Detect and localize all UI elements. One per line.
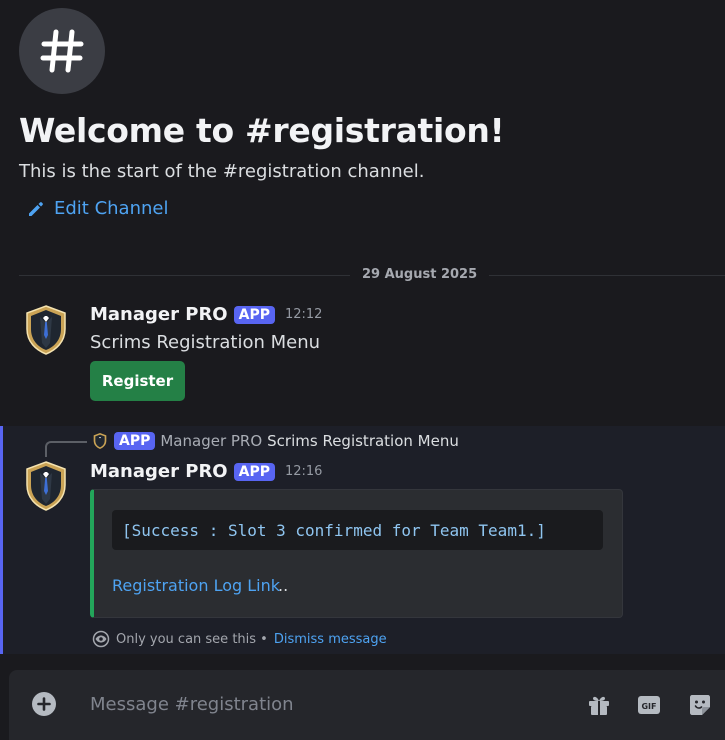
code-block: [Success : Slot 3 confirmed for Team Tea… — [112, 510, 603, 550]
ephemeral-notice: Only you can see this • Dismiss message — [92, 630, 387, 648]
message-header: Manager PRO APP 12:16 — [90, 461, 322, 482]
sticker-icon[interactable] — [687, 692, 713, 718]
message-timestamp: 12:16 — [284, 464, 323, 479]
reply-app-badge: APP — [114, 432, 156, 450]
reply-text: Scrims Registration Menu — [267, 432, 459, 450]
eye-icon — [92, 630, 110, 648]
message-input[interactable] — [90, 688, 560, 720]
bot-avatar[interactable] — [21, 459, 71, 513]
message-author[interactable]: Manager PRO — [90, 461, 228, 482]
reply-author: Manager PRO — [160, 432, 263, 450]
message-composer: GIF — [9, 670, 725, 740]
edit-channel-label: Edit Channel — [54, 198, 169, 219]
channel-intro: Welcome to #registration! This is the st… — [19, 8, 709, 219]
message-text: Scrims Registration Menu — [90, 332, 321, 353]
gift-icon[interactable] — [586, 692, 612, 718]
registration-log-link[interactable]: Registration Log Link — [112, 576, 280, 595]
add-attachment-button[interactable] — [32, 692, 56, 716]
channel-start-text: This is the start of the #registration c… — [19, 161, 425, 182]
edit-channel-link[interactable]: Edit Channel — [27, 198, 168, 219]
reply-connector — [45, 441, 87, 457]
message-header: Manager PRO APP 12:12 — [90, 304, 322, 325]
link-trailing-text: .. — [278, 576, 289, 595]
reply-reference[interactable]: APP Manager PRO Scrims Registration Menu — [91, 432, 459, 450]
reply-avatar-icon — [93, 433, 107, 449]
bot-avatar[interactable] — [21, 303, 71, 357]
channel-hash-icon — [19, 8, 105, 94]
app-badge: APP — [233, 462, 275, 481]
gif-icon[interactable]: GIF — [636, 692, 662, 718]
register-button[interactable]: Register — [90, 361, 185, 401]
message-embed: [Success : Slot 3 confirmed for Team Tea… — [90, 489, 623, 618]
pencil-icon — [29, 201, 43, 216]
dismiss-message-link[interactable]: Dismiss message — [274, 632, 387, 647]
welcome-title: Welcome to #registration! — [19, 111, 505, 150]
plus-icon — [37, 697, 51, 711]
app-badge: APP — [233, 305, 275, 324]
svg-text:GIF: GIF — [641, 702, 656, 711]
date-divider-label: 29 August 2025 — [350, 267, 490, 283]
message-timestamp: 12:12 — [284, 307, 323, 322]
message-author[interactable]: Manager PRO — [90, 304, 228, 325]
ephemeral-text: Only you can see this • — [116, 631, 268, 647]
